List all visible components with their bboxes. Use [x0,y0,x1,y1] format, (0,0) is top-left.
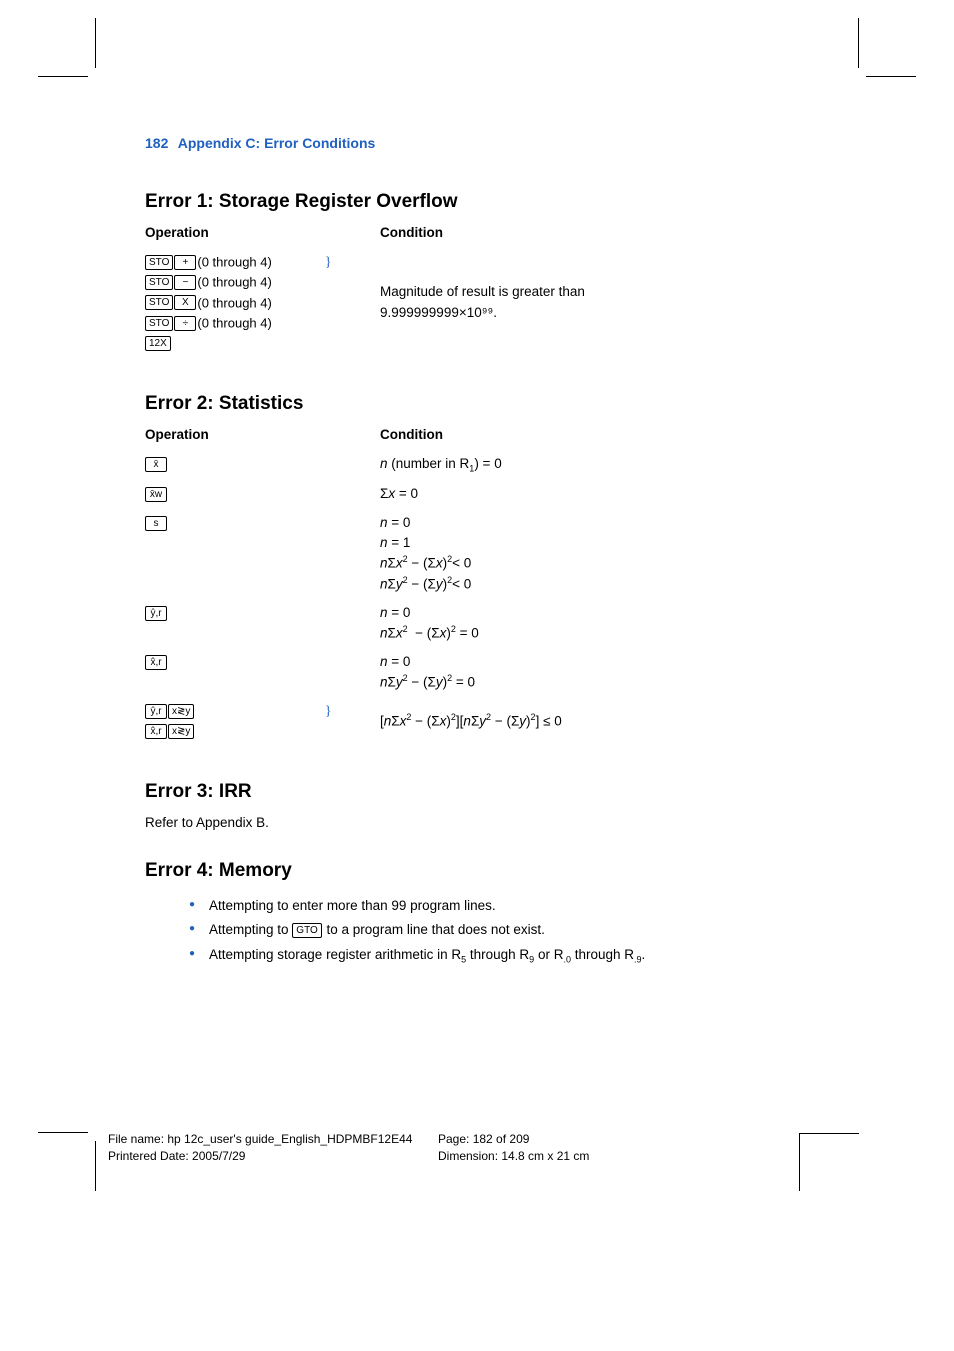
op-xbarw: x̄w [145,484,325,504]
page-header: 182 Appendix C: Error Conditions [145,135,805,151]
gto-key: GTO [292,923,321,938]
brace: } [325,252,380,353]
cond-row: n = 0 n = 1 nΣx2 − (Σx)2< 0 nΣy2 − (Σy)2… [380,513,805,595]
list-item: Attempting to enter more than 99 program… [189,894,805,918]
sto-key: STO [145,255,173,270]
error2-heading: Error 2: Statistics [145,393,805,415]
page-content: 182 Appendix C: Error Conditions Error 1… [145,135,805,1008]
12x-key: 12X [145,336,171,351]
times-key: X [174,295,196,310]
error4-list: Attempting to enter more than 99 program… [145,894,805,967]
op-s: s [145,513,325,595]
text: to a program line that does not exist. [323,922,545,937]
error3-text: Refer to Appendix B. [145,815,805,830]
crop-corner [799,1133,859,1191]
error1-heading: Error 1: Storage Register Overflow [145,191,805,213]
cond-line: Magnitude of result is greater than [380,284,585,299]
xswapy-key: x≷y [168,724,194,739]
op-suffix: (0 through 4) [197,255,271,270]
crop-mark [38,76,88,77]
sto-key: STO [145,295,173,310]
op-yhatr: ŷ,r [145,603,325,644]
op-header: Operation [145,427,325,454]
yhatr-key: ŷ,r [145,704,167,719]
crop-mark [858,18,859,68]
footer-date: Printered Date: 2005/7/29 [108,1148,438,1165]
error1-condition: Magnitude of result is greater than 9.99… [380,252,805,353]
op-xhatr: x̂,r [145,652,325,693]
footer-dimension: Dimension: 14.8 cm x 21 cm [438,1148,589,1165]
s-key: s [145,516,167,531]
error1-ops: STO+(0 through 4) STO−(0 through 4) STOX… [145,252,325,353]
list-item: Attempting to GTO to a program line that… [189,918,805,942]
text: Attempting to [209,922,292,937]
list-item: Attempting storage register arithmetic i… [189,943,805,968]
page-number: 182 [145,135,168,151]
error1-table: Operation Condition STO+(0 through 4) ST… [145,225,805,353]
crop-mark [95,18,96,68]
footer: File name: hp 12c_user's guide_English_H… [108,1131,589,1165]
op-suffix: (0 through 4) [197,295,271,310]
xhatr-key: x̂,r [145,724,167,739]
error3-heading: Error 3: IRR [145,781,805,803]
brace: } [325,701,380,742]
yhatr-key: ŷ,r [145,606,167,621]
xhatr-key: x̂,r [145,655,167,670]
op-suffix: (0 through 4) [197,315,271,330]
xbarw-key: x̄w [145,487,167,502]
xbar-key: x̄ [145,457,167,472]
cond-row: n = 0 nΣx2 − (Σx)2 = 0 [380,603,805,644]
cond-row: n (number in R1) = 0 [380,454,805,476]
cond-header: Condition [380,225,805,252]
cond-line: 9.999999999×10⁹⁹. [380,305,497,320]
error4-heading: Error 4: Memory [145,860,805,882]
op-header: Operation [145,225,325,252]
cond-row: [nΣx2 − (Σx)2][nΣy2 − (Σy)2] ≤ 0 [380,701,805,742]
cond-header: Condition [380,427,805,454]
plus-key: + [174,255,196,270]
cond-row: Σx = 0 [380,484,805,504]
crop-mark [866,76,916,77]
op-xbar: x̄ [145,454,325,476]
sto-key: STO [145,316,173,331]
xswapy-key: x≷y [168,704,194,719]
footer-filename: File name: hp 12c_user's guide_English_H… [108,1131,438,1148]
cond-row: n = 0 nΣy2 − (Σy)2 = 0 [380,652,805,693]
sto-key: STO [145,275,173,290]
error2-table: Operation Condition x̄ n (number in R1) … [145,427,805,741]
divide-key: ÷ [174,316,196,331]
crop-mark [95,1141,96,1191]
minus-key: − [174,275,196,290]
op-combined: ŷ,rx≷y x̂,rx≷y [145,701,325,742]
appendix-title: Appendix C: Error Conditions [178,135,376,151]
footer-page: Page: 182 of 209 [438,1131,529,1148]
op-suffix: (0 through 4) [197,275,271,290]
crop-mark [38,1132,88,1133]
